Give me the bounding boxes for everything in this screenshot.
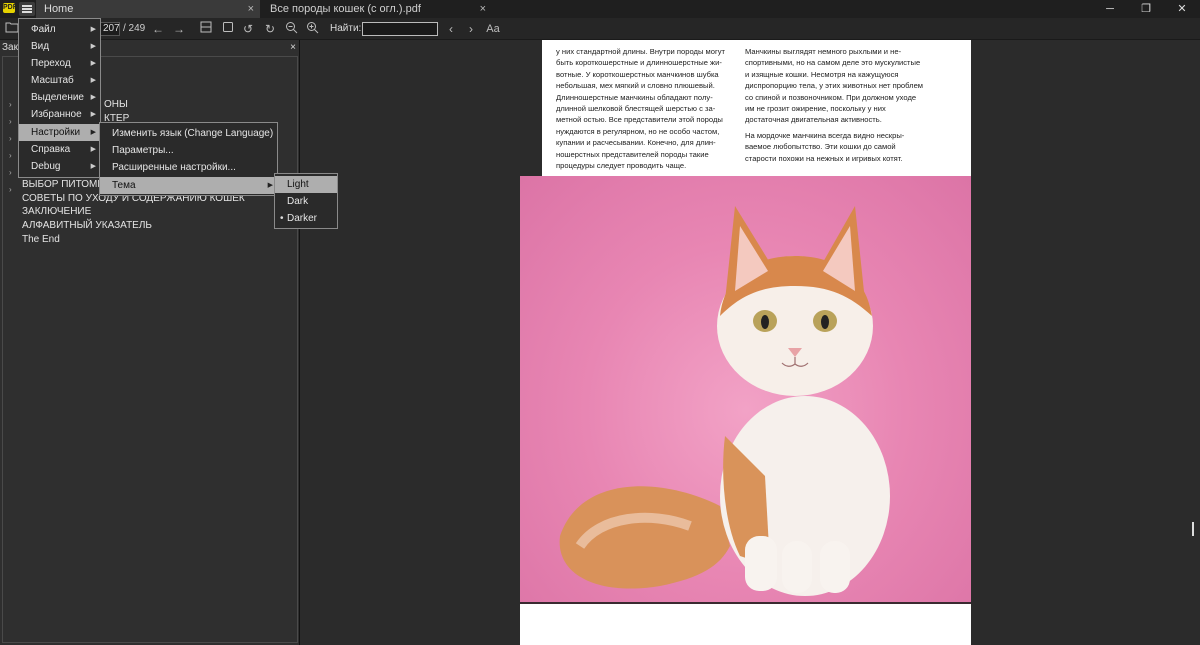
menu-label: Debug [31, 161, 61, 172]
page-total: / 249 [123, 23, 146, 34]
menu-item-advanced-settings[interactable]: Расширенные настройки... [100, 159, 277, 176]
menu-item-selection[interactable]: Выделение ▶ [19, 89, 100, 106]
menu-label: Параметры... [112, 145, 174, 156]
menu-label: Справка [31, 144, 71, 155]
rotate-left-icon[interactable]: ↺ [240, 21, 256, 37]
settings-submenu: Изменить язык (Change Language) Параметр… [99, 122, 278, 196]
menu-item-theme-darker[interactable]: • Darker [275, 210, 337, 227]
zoom-out-icon[interactable] [283, 21, 299, 37]
back-icon[interactable]: ← [150, 21, 166, 37]
sidebar-close-icon[interactable]: × [290, 40, 296, 56]
menu-item-help[interactable]: Справка ▶ [19, 141, 100, 158]
photo-border [520, 602, 971, 604]
maximize-button[interactable]: ❐ [1128, 0, 1164, 18]
menu-item-zoom[interactable]: Масштаб ▶ [19, 72, 100, 89]
menu-label: Изменить язык (Change Language) [112, 128, 274, 139]
page-number-input[interactable]: 207 [100, 22, 120, 36]
menu-label: Вид [31, 41, 50, 52]
menu-item-file[interactable]: Файл ▶ [19, 21, 100, 38]
fit-width-icon[interactable] [198, 21, 214, 37]
menu-label: Light [287, 179, 309, 190]
tab-close-icon[interactable]: × [248, 0, 254, 18]
menu-label: Тема [112, 180, 136, 191]
expand-arrow-icon[interactable]: › [9, 185, 12, 194]
menu-label: Файл [31, 24, 56, 35]
app-logo: PDF [3, 3, 17, 13]
menu-label: Масштаб [31, 75, 74, 86]
selected-bullet-icon: • [280, 213, 284, 224]
menu-item-change-language[interactable]: Изменить язык (Change Language) [100, 125, 277, 142]
menu-label: Переход [31, 58, 71, 69]
tab-document[interactable]: Все породы кошек (с огл.).pdf × [262, 0, 492, 18]
text-area: у них стандартной длины. Внутри породы м… [542, 40, 971, 176]
menu-item-debug[interactable]: Debug ▶ [19, 158, 100, 175]
scrollbar-thumb[interactable] [1192, 522, 1194, 536]
menu-item-theme-dark[interactable]: Dark [275, 193, 337, 210]
title-bar: PDF Home × Все породы кошек (с огл.).pdf… [0, 0, 1200, 18]
theme-submenu: Light Dark • Darker [274, 173, 338, 229]
menu-item-favorites[interactable]: Избранное ▶ [19, 106, 100, 123]
find-input[interactable] [362, 22, 438, 36]
menu-label: Расширенные настройки... [112, 162, 236, 173]
submenu-arrow-icon: ▶ [90, 60, 96, 67]
toc-item[interactable]: ЗАКЛЮЧЕНИЕ [22, 206, 91, 217]
find-next-icon[interactable]: › [463, 21, 479, 37]
tab-label: Все породы кошек (с огл.).pdf [270, 3, 421, 15]
submenu-arrow-icon: ▶ [90, 43, 96, 50]
menu-label: Выделение [31, 92, 84, 103]
rotate-right-icon[interactable]: ↻ [262, 21, 278, 37]
tab-home[interactable]: Home × [36, 0, 260, 18]
fit-page-icon[interactable] [220, 21, 236, 37]
paragraph: у них стандартной длины. Внутри породы м… [556, 47, 725, 171]
match-case-icon[interactable]: Aa [484, 21, 502, 37]
expand-arrow-icon[interactable]: › [9, 168, 12, 177]
submenu-arrow-icon: ▶ [90, 146, 96, 153]
submenu-arrow-icon: ▶ [90, 94, 96, 101]
forward-icon[interactable]: → [171, 21, 187, 37]
expand-arrow-icon[interactable]: › [9, 151, 12, 160]
pdf-page: у них стандартной длины. Внутри породы м… [520, 40, 971, 645]
menu-item-view[interactable]: Вид ▶ [19, 38, 100, 55]
toc-item[interactable]: ОНЫ [104, 99, 128, 110]
menu-label: Darker [287, 213, 318, 224]
menu-item-theme[interactable]: Тема ▶ [100, 177, 277, 194]
toc-item[interactable]: ВЫБОР ПИТОМЦА [22, 179, 111, 190]
paragraph: На мордочке манчкина всегда видно нескры… [745, 130, 905, 163]
toolbar: 207 / 249 ← → ↺ ↻ Найти: ‹ › Aa [0, 18, 1200, 40]
submenu-arrow-icon: ▶ [90, 163, 96, 170]
find-label: Найти: [330, 23, 362, 34]
cat-photo [520, 176, 971, 602]
menu-label: Dark [287, 196, 309, 207]
submenu-arrow-icon: ▶ [90, 77, 96, 84]
find-prev-icon[interactable]: ‹ [443, 21, 459, 37]
expand-arrow-icon[interactable]: › [9, 117, 12, 126]
expand-arrow-icon[interactable]: › [9, 100, 12, 109]
menu-item-theme-light[interactable]: Light [275, 176, 337, 193]
menu-label: Избранное [31, 109, 82, 120]
submenu-arrow-icon: ▶ [90, 129, 96, 136]
menu-item-options[interactable]: Параметры... [100, 142, 277, 159]
submenu-arrow-icon: ▶ [90, 111, 96, 118]
submenu-arrow-icon: ▶ [90, 26, 96, 33]
page-margin [520, 40, 542, 176]
toc-item[interactable]: АЛФАВИТНЫЙ УКАЗАТЕЛЬ [22, 220, 152, 231]
close-window-button[interactable]: ✕ [1164, 0, 1200, 18]
menu-item-goto[interactable]: Переход ▶ [19, 55, 100, 72]
zoom-in-icon[interactable] [304, 21, 320, 37]
tab-label: Home [44, 3, 74, 15]
submenu-arrow-icon: ▶ [267, 182, 273, 189]
expand-arrow-icon[interactable]: › [9, 134, 12, 143]
text-column-right: Манчкины выглядят немного рыхлыми и не­с… [745, 46, 925, 168]
paragraph: Манчкины выглядят немного рыхлыми и не­с… [745, 47, 924, 125]
text-column-left: у них стандартной длины. Внутри породы м… [556, 46, 736, 175]
menu-label: Настройки [31, 127, 81, 138]
hamburger-menu-icon[interactable] [19, 2, 35, 16]
toc-item[interactable]: The End [22, 234, 60, 245]
main-menu: Файл ▶ Вид ▶ Переход ▶ Масштаб ▶ Выделение ▶ … [18, 18, 101, 178]
minimize-button[interactable]: ─ [1092, 0, 1128, 18]
tab-close-icon[interactable]: × [480, 0, 486, 18]
menu-item-settings[interactable]: Настройки ▶ [19, 124, 100, 141]
